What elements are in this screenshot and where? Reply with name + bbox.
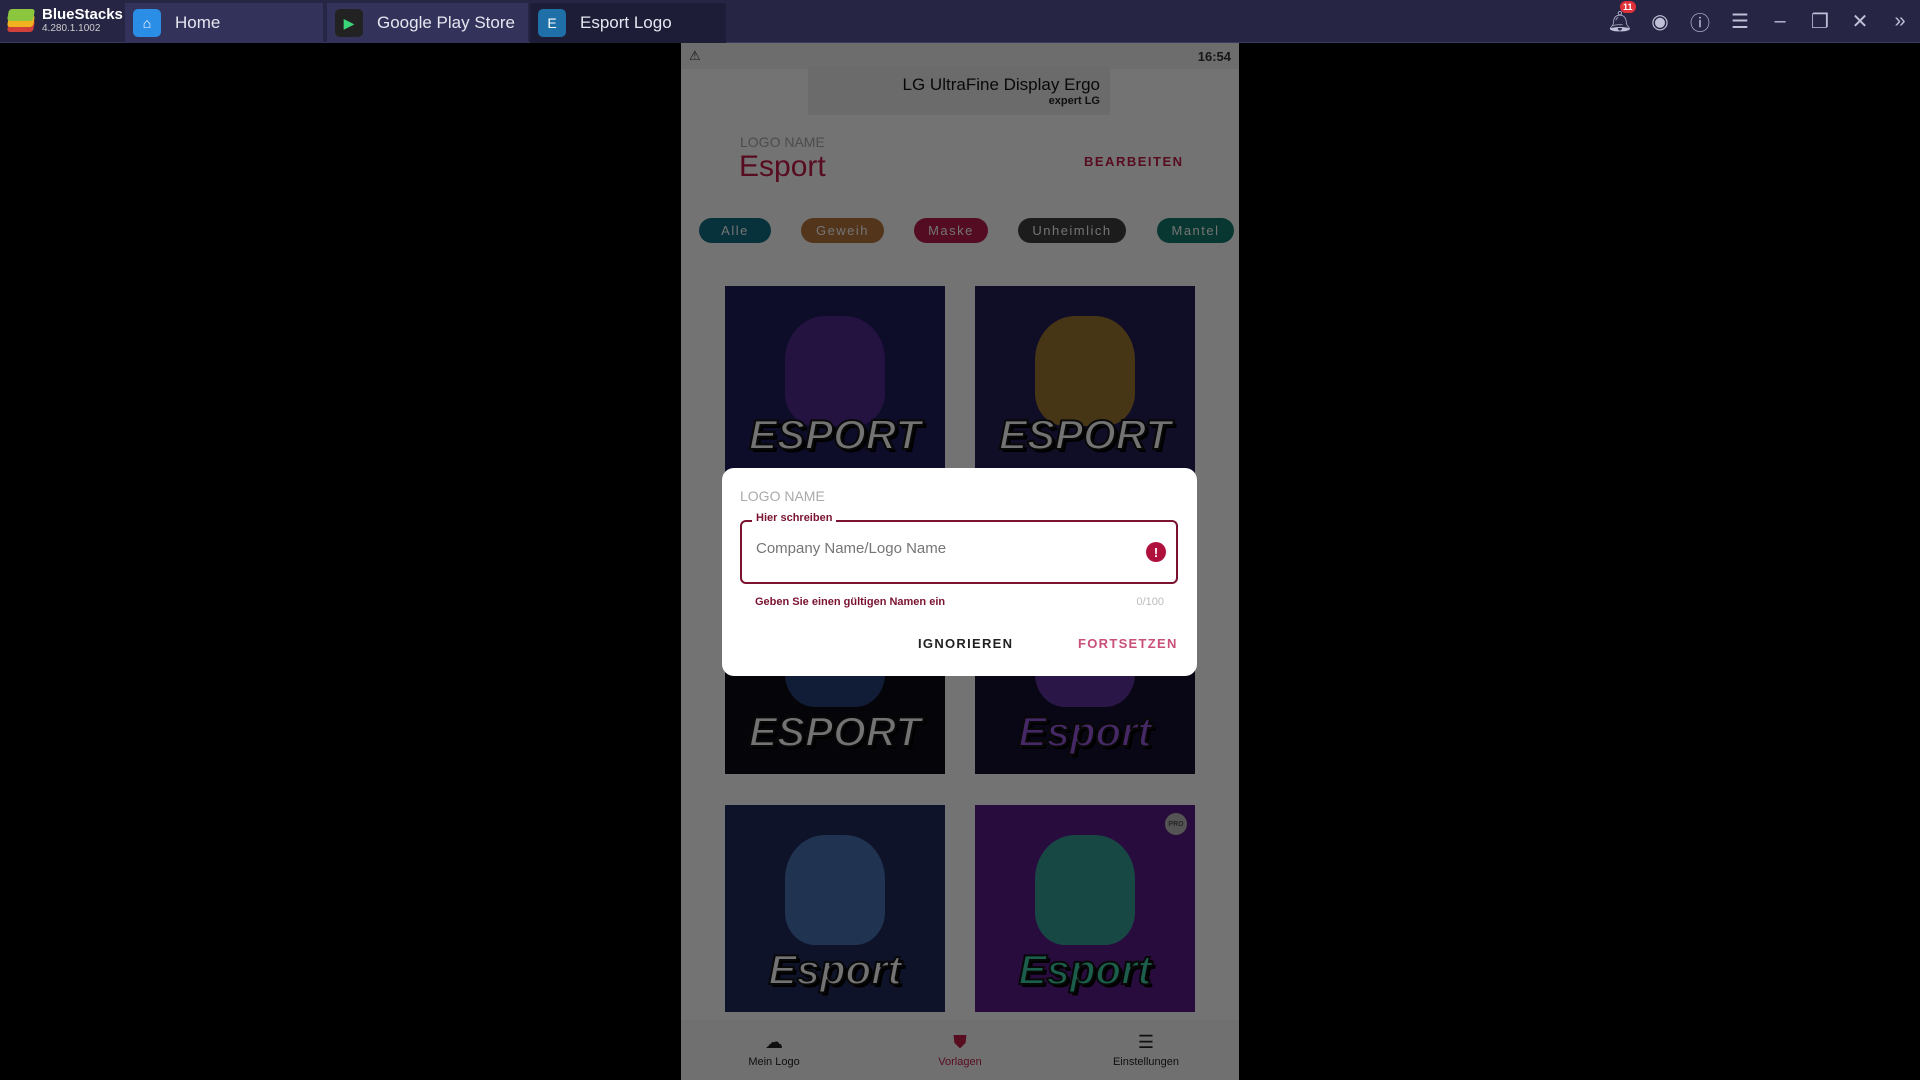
close-icon[interactable]: ✕ [1840,9,1880,34]
nav-mein-logo[interactable]: ☁ Mein Logo [681,1020,867,1080]
template-tile[interactable]: Esport [725,805,945,1012]
logo-name-input[interactable] [756,540,1116,557]
mascot-image [1035,835,1135,945]
mascot-image [1035,316,1135,426]
brand-version: 4.280.1.1002 [42,22,101,34]
shield-icon: ⛊ [953,1032,967,1052]
pro-badge: PRO [1165,813,1187,835]
ad-line1: LG UltraFine Display Ergo [902,74,1100,94]
expand-sidebar-icon[interactable]: » [1880,10,1920,33]
nav-label: Einstellungen [1112,1056,1180,1068]
warning-icon: ⚠ [689,48,701,63]
restore-icon[interactable]: ❐ [1800,9,1840,34]
tile-word: ESPORT [748,410,922,459]
ad-banner[interactable]: LG UltraFine Display Ergo expert LG [808,66,1110,115]
logo-name-label: LOGO NAME [740,134,825,150]
notification-bell-icon[interactable]: 🔔︎ 11 [1600,1,1640,34]
chip-geweih[interactable]: Geweih [801,218,884,243]
status-time: 16:54 [1197,48,1231,64]
window-controls: 🔔︎ 11 ◉ ⓘ ☰ – ❐ ✕ » [1600,0,1920,43]
continue-button[interactable]: FORTSETZEN [1078,636,1178,651]
dialog-title: LOGO NAME [740,488,825,504]
mascot-image [785,316,885,426]
logo-name-value: Esport [739,150,826,183]
app-icon: E [538,9,566,37]
nav-vorlagen[interactable]: ⛊ Vorlagen [867,1020,1053,1080]
field-label: Hier schreiben [752,512,837,524]
logo-name-field[interactable]: Hier schreiben ! [740,512,1178,584]
tab-google-play-store[interactable]: ▶ Google Play Store [327,3,528,43]
character-counter: 0/100 [1136,596,1164,608]
minimize-icon[interactable]: – [1760,10,1800,33]
menu-icon[interactable]: ☰ [1720,9,1760,34]
account-icon[interactable]: ◉ [1640,9,1680,34]
tab-home[interactable]: ⌂ Home [125,3,323,43]
nav-label: Vorlagen [938,1056,982,1068]
template-tile[interactable]: Esport PRO [975,805,1195,1012]
brand-name: BlueStacks [42,5,123,23]
chip-maske[interactable]: Maske [914,218,988,243]
error-icon: ! [1146,542,1166,562]
template-tile[interactable]: ESPORT [975,286,1195,493]
tile-word: Esport [1017,707,1152,756]
mascot-image [785,835,885,945]
tile-word: Esport [1017,945,1152,994]
bluestacks-brand: BlueStacks 4.280.1.1002 [6,6,123,34]
android-screen: ⚠ 16:54 LG UltraFine Display Ergo expert… [681,43,1239,1080]
tile-word: ESPORT [748,707,922,756]
play-store-icon: ▶ [335,9,363,37]
nav-einstellungen[interactable]: ☰ Einstellungen [1053,1020,1239,1080]
cloud-download-icon: ☁ [765,1032,783,1052]
help-icon[interactable]: ⓘ [1680,7,1720,36]
tab-label: Home [175,13,221,32]
template-tile[interactable]: ESPORT [725,286,945,493]
home-icon: ⌂ [133,9,161,37]
chip-unheimlich[interactable]: Unheimlich [1018,218,1126,243]
bluestacks-titlebar: BlueStacks 4.280.1.1002 ⌂ Home ▶ Google … [0,0,1920,43]
tab-label: Esport Logo [580,13,672,32]
bottom-navigation: ☁ Mein Logo ⛊ Vorlagen ☰ Einstellungen [681,1020,1239,1080]
bluestacks-logo-icon [6,6,36,34]
ad-line2: expert LG [1048,94,1100,107]
logo-name-dialog: LOGO NAME Hier schreiben ! Geben Sie ein… [722,468,1197,676]
error-message: Geben Sie einen gültigen Namen ein [755,596,946,608]
settings-lines-icon: ☰ [1137,1032,1155,1052]
edit-button[interactable]: BEARBEITEN [1084,154,1184,169]
ignore-button[interactable]: IGNORIEREN [918,636,1013,651]
tab-esport-logo[interactable]: E Esport Logo [530,3,726,43]
notification-badge: 11 [1620,1,1636,13]
chip-alle[interactable]: Alle [699,218,771,243]
chip-mantel[interactable]: Mantel [1157,218,1234,243]
nav-label: Mein Logo [748,1056,800,1068]
tile-word: Esport [767,945,902,994]
tile-word: ESPORT [998,410,1172,459]
tab-label: Google Play Store [377,13,515,32]
